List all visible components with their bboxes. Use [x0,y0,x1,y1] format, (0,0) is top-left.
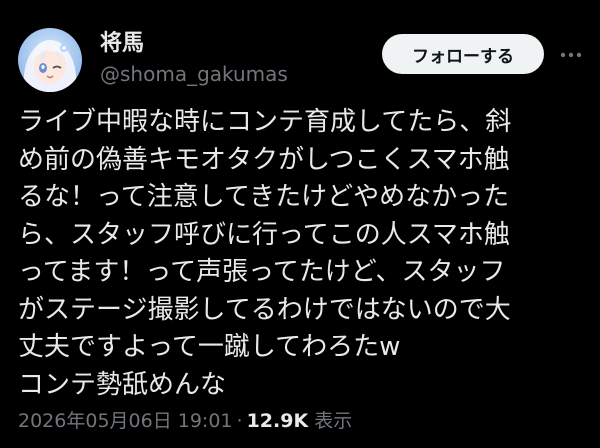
author-handle[interactable]: @shoma_gakumas [100,60,288,88]
author-names: 将馬 @shoma_gakumas [100,30,288,88]
anime-character-avatar-icon [18,28,82,92]
tweet-meta: 2026年05月06日 19:01 · 12.9K 表示 [18,406,352,436]
tweet-text-line: コンテ勢舐めんな [18,369,227,400]
tweet-text-line: 丈夫ですよって一蹴してわろたw [18,332,401,362]
more-options-button[interactable] [558,42,584,68]
meta-separator: · [236,410,243,432]
tweet-text-line: ってます！って声張ってたけど、スタッフ [18,257,506,287]
tweet-text-line: ライブ中暇な時にコンテ育成してたら、斜 [18,107,512,137]
tweet-text-line: がステージ撮影してるわけではないので大 [18,294,511,325]
tweet-text-line: るな！って注意してきたけどやめなかった [18,182,510,212]
more-options-icon [560,52,582,58]
views-label: 表示 [314,410,353,432]
tweet-text-line: め前の偽善キモオタクがしつこくスマホ触 [18,144,510,175]
views-count[interactable]: 12.9K [247,410,309,432]
tweet-text: ライブ中暇な時にコンテ育成してたら、斜 め前の偽善キモオタクがしつこくスマホ触 … [18,104,578,404]
follow-button[interactable]: フォローする [382,34,544,74]
tweet-card: 将馬 @shoma_gakumas フォローする ライブ中暇な時にコンテ育成して… [0,0,600,448]
author-display-name[interactable]: 将馬 [100,30,288,58]
tweet-text-line: ら、スタッフ呼びに行ってこの人スマホ触 [18,219,510,250]
tweet-timestamp[interactable]: 2026年05月06日 19:01 [18,410,233,432]
avatar[interactable] [18,28,82,92]
